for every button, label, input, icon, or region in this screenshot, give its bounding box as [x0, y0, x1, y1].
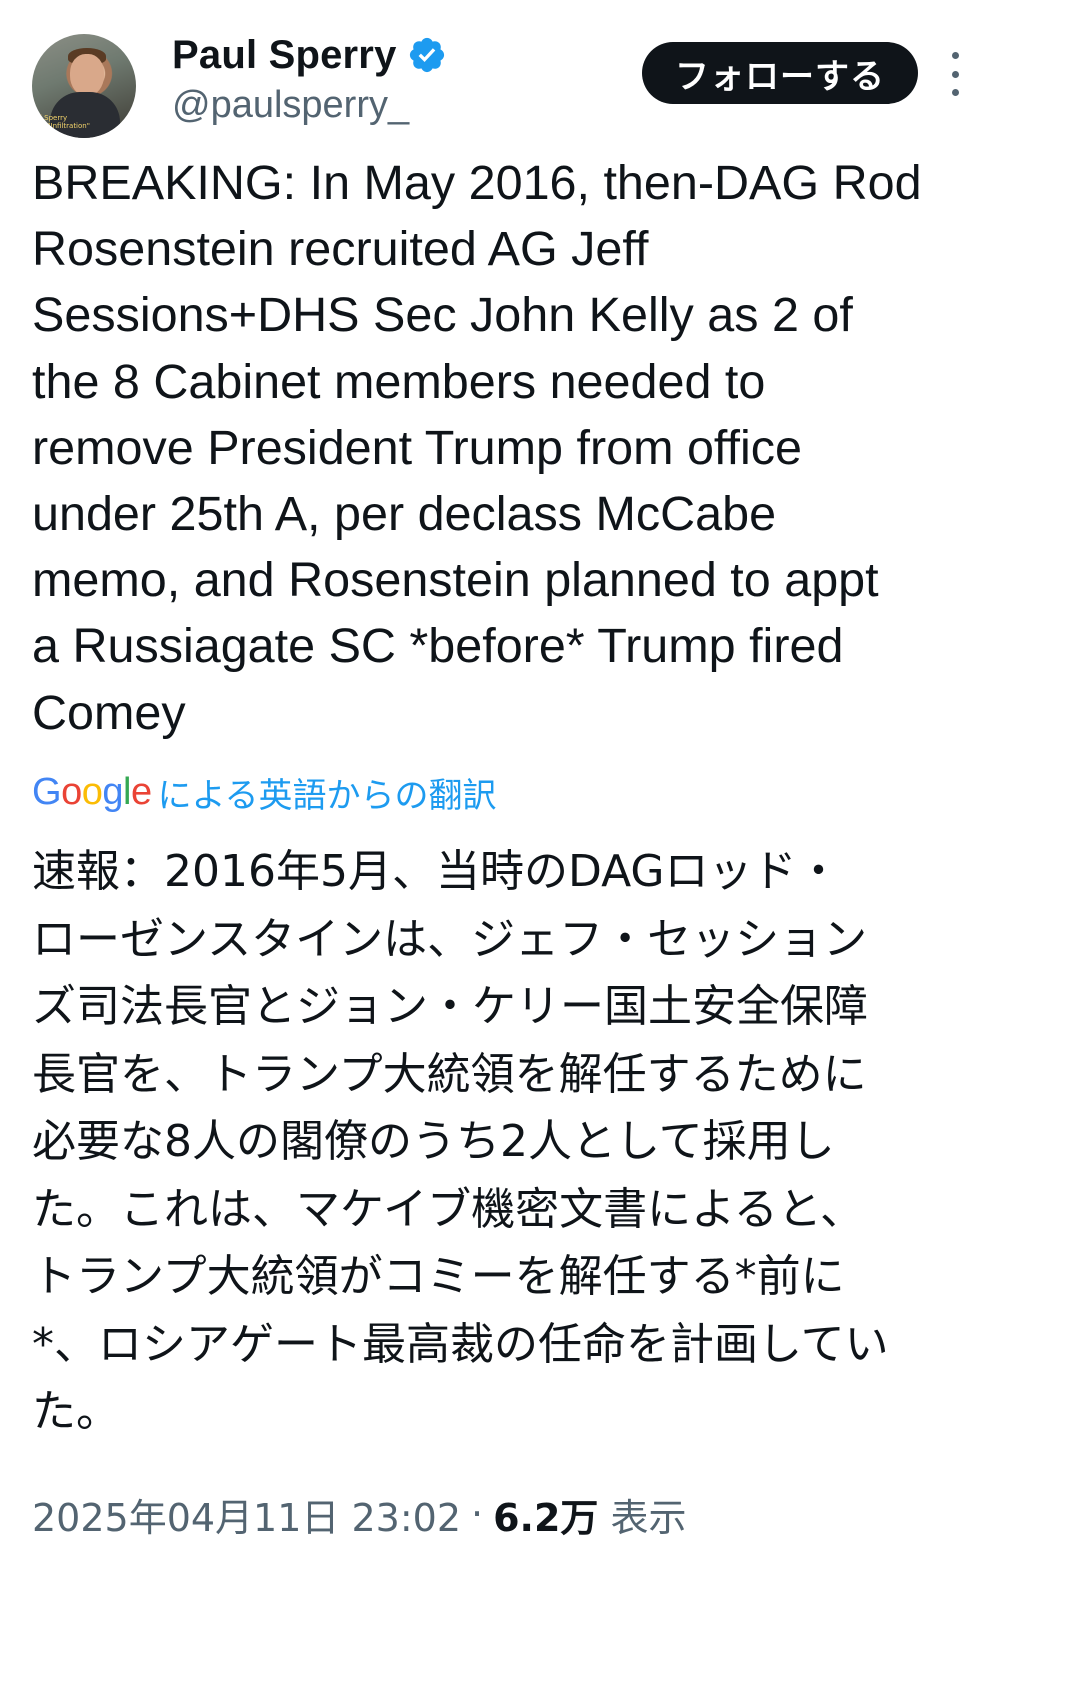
more-dot [951, 89, 959, 96]
avatar-face [70, 54, 104, 96]
avatar-caption: l Sperry r, "Infiltration" [40, 114, 90, 130]
translation-label[interactable]: による英語からの翻訳 [158, 768, 497, 817]
google-logo: Google [32, 770, 152, 813]
more-vertical-icon[interactable] [940, 52, 970, 96]
views-label: 表示 [610, 1495, 687, 1540]
translation-attribution[interactable]: Google による英語からの翻訳 [32, 767, 497, 817]
tweet-header: l Sperry r, "Infiltration" Paul Sperry @… [32, 30, 1052, 140]
more-dot [951, 70, 959, 78]
avatar[interactable]: l Sperry r, "Infiltration" [32, 34, 136, 138]
handle[interactable]: @paulsperry_ [172, 84, 409, 127]
display-name[interactable]: Paul Sperry [172, 33, 397, 78]
tweet-detail: l Sperry r, "Infiltration" Paul Sperry @… [0, 0, 1079, 1685]
timestamp[interactable]: 2025年04月11日 23:02 [32, 1487, 461, 1542]
tweet-meta: 2025年04月11日 23:02 · 6.2万 表示 [32, 1486, 686, 1542]
more-dot [951, 52, 959, 59]
tweet-text: BREAKING: In May 2016, then-DAG Rod Rose… [32, 156, 922, 740]
translated-text: 速報：2016年5月、当時のDAGロッド・ ローゼンスタインは、ジェフ・セッショ… [32, 846, 889, 1437]
avatar-caption-line-2: r, "Infiltration" [40, 122, 90, 130]
meta-separator: · [471, 1492, 484, 1536]
views-count: 6.2万 [493, 1495, 599, 1540]
follow-button[interactable]: フォローする [642, 42, 918, 104]
avatar-caption-line-1: l Sperry [40, 114, 68, 122]
name-row: Paul Sperry [172, 30, 447, 80]
verified-badge-icon[interactable] [407, 35, 447, 75]
